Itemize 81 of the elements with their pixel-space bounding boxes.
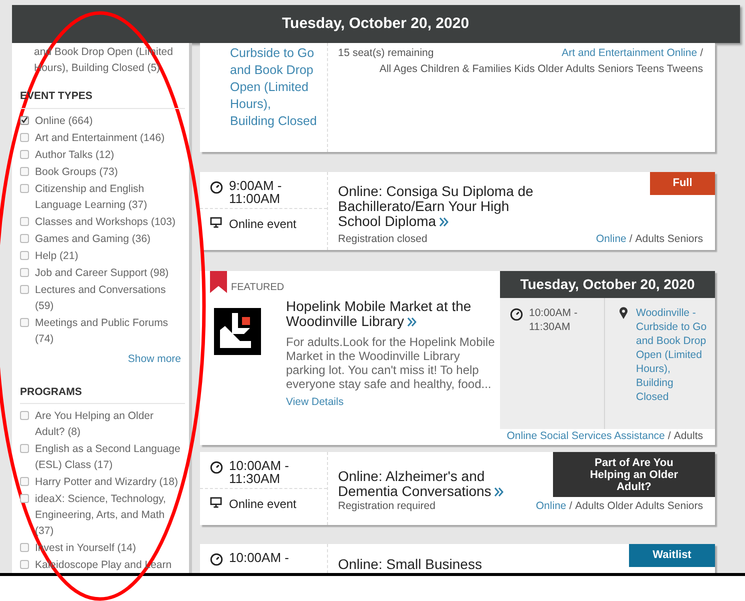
audience-text: Adults: [674, 429, 703, 444]
featured-label: FEATURED: [231, 281, 284, 295]
checkbox[interactable]: [20, 543, 29, 552]
event-title-link[interactable]: Online: Small Business: [338, 557, 482, 572]
clock-icon: [210, 461, 223, 474]
checkbox[interactable]: [20, 444, 29, 454]
category-link[interactable]: Art and Entertainment Online: [562, 46, 698, 62]
event-time: 9:00AM - 11:00AM: [229, 179, 283, 205]
audience-text: Adults Older Adults Seniors: [575, 499, 703, 514]
checkbox[interactable]: [20, 150, 29, 159]
show-more-link[interactable]: Show more: [128, 352, 181, 368]
monitor-icon: [210, 217, 222, 228]
separator-text: /: [629, 232, 632, 248]
logo-drawing: [214, 308, 261, 355]
separator-text: /: [569, 499, 572, 514]
event-mode: Online event: [229, 496, 296, 513]
status-badge: Full: [650, 172, 715, 195]
map-pin-icon: [619, 307, 628, 320]
checkbox[interactable]: [20, 477, 29, 486]
registration-status: Registration required: [338, 499, 436, 514]
event-description: For adults.Look for the Hopelink Mobile Market in the Woodinville Library parking lot. You can't miss it! To help everyone stay safe and healthy, food...: [286, 335, 496, 391]
double-chevron-icon: [439, 217, 450, 228]
checkbox[interactable]: [20, 116, 29, 125]
seats-remaining-text: 15 seat(s) remaining: [338, 46, 434, 61]
checkbox[interactable]: [20, 494, 29, 504]
filter-option[interactable]: Classes and Workshops (103): [35, 214, 176, 230]
clock-icon: [210, 553, 223, 566]
date-header: Tuesday, October 20, 2020: [12, 5, 740, 43]
filter-option[interactable]: Author Talks (12): [35, 146, 114, 163]
filter-option[interactable]: Are You Helping an Older Adult? (8): [35, 408, 185, 440]
checkbox[interactable]: [20, 216, 29, 226]
filter-option[interactable]: Meetings and Public Forums (74): [35, 314, 185, 347]
program-badge: Part of Are You Helping an Older Adult?: [553, 452, 715, 497]
checkbox[interactable]: [20, 560, 29, 570]
separator-text: /: [700, 46, 703, 61]
checkbox[interactable]: [20, 318, 29, 327]
event-time: 10:00AM -: [229, 551, 289, 566]
checkbox[interactable]: [20, 268, 29, 277]
date-heading: Tuesday, October 20, 2020: [500, 271, 715, 298]
location-link[interactable]: Curbside to Go and Book Drop Open (Limited Hours), Building Closed: [200, 45, 327, 130]
checkbox[interactable]: [20, 166, 29, 176]
event-title-link[interactable]: Hopelink Mobile Market at the Woodinville Library: [286, 299, 500, 329]
registration-status: Registration closed: [338, 232, 428, 248]
event-time: 10:00AM - 11:30AM: [529, 306, 578, 335]
bookmark-ribbon-icon: [210, 271, 227, 293]
filter-option[interactable]: Art and Entertainment (146): [35, 130, 165, 146]
checkbox[interactable]: [20, 411, 29, 420]
filter-option[interactable]: Help (21): [35, 248, 78, 264]
status-badge: Waitlist: [629, 544, 715, 567]
checkbox[interactable]: [20, 132, 29, 142]
checkbox[interactable]: [20, 250, 29, 260]
section-heading: PROGRAMS: [20, 384, 185, 404]
event-title-link[interactable]: Online: Consiga Su Diploma de Bachillerato/Earn Your High School Diploma: [338, 184, 543, 229]
filter-option[interactable]: English as a Second Language (ESL) Class (17): [35, 441, 185, 474]
checkbox[interactable]: [20, 284, 29, 294]
filter-option[interactable]: Games and Gaming (36): [35, 230, 151, 247]
event-mode: Online event: [229, 216, 296, 233]
category-link[interactable]: Online: [536, 499, 566, 515]
event-time: 10:00AM - 11:30AM: [229, 459, 290, 485]
clock-icon: [510, 308, 523, 321]
filter-option[interactable]: ideaX: Science, Technology, Engineering, Arts, and Math (37): [35, 491, 185, 540]
filter-option[interactable]: Job and Career Support (98): [35, 264, 169, 281]
location-link[interactable]: Woodinville - Curbside to Go and Book Drop Open (Limited Hours), Building Closed: [636, 306, 707, 429]
filter-option[interactable]: Harry Potter and Wizardry (18): [35, 474, 178, 490]
view-details-link[interactable]: View Details: [286, 395, 344, 411]
checkbox[interactable]: [20, 234, 29, 243]
filter-option[interactable]: Lectures and Conversations (59): [35, 282, 185, 314]
checkbox[interactable]: [20, 184, 29, 193]
monitor-icon: [210, 497, 222, 508]
double-chevron-icon: [494, 487, 504, 498]
category-link[interactable]: Online: [596, 232, 626, 248]
double-chevron-icon: [407, 317, 418, 328]
audience-text: All Ages Children & Families Kids Older Adults Seniors Teens Tweens: [378, 62, 703, 77]
category-link[interactable]: Online Social Services Assistance: [506, 429, 665, 445]
audience-text: Adults Seniors: [635, 232, 703, 248]
event-title-link[interactable]: Online: Alzheimer's and Dementia Conversations: [338, 469, 523, 499]
separator-text: /: [668, 429, 671, 444]
filter-option[interactable]: Online (664): [35, 112, 93, 129]
filter-option[interactable]: Book Groups (73): [35, 164, 118, 180]
filter-option[interactable]: Citizenship and English Language Learning (37): [35, 180, 185, 213]
clock-icon: [210, 181, 223, 194]
